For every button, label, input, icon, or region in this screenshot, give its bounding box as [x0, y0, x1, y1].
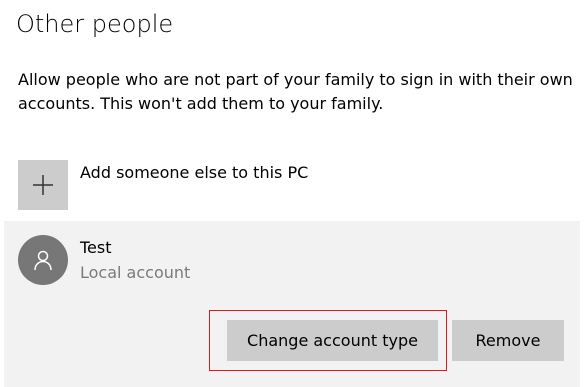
change-account-type-button[interactable]: Change account type	[227, 320, 438, 361]
add-tile[interactable]	[18, 160, 68, 210]
remove-button[interactable]: Remove	[452, 320, 564, 361]
account-type: Local account	[80, 263, 191, 282]
other-people-page: Other people Allow people who are not pa…	[0, 0, 587, 387]
person-icon	[34, 250, 52, 271]
section-description: Allow people who are not part of your fa…	[18, 70, 573, 113]
add-someone-button[interactable]: Add someone else to this PC	[18, 160, 308, 210]
plus-icon	[33, 175, 53, 195]
avatar	[18, 235, 68, 285]
account-name: Test	[80, 238, 112, 257]
section-title: Other people	[16, 10, 174, 38]
account-item[interactable]: Test Local account Change account type R…	[4, 221, 580, 387]
add-someone-label: Add someone else to this PC	[80, 163, 309, 182]
